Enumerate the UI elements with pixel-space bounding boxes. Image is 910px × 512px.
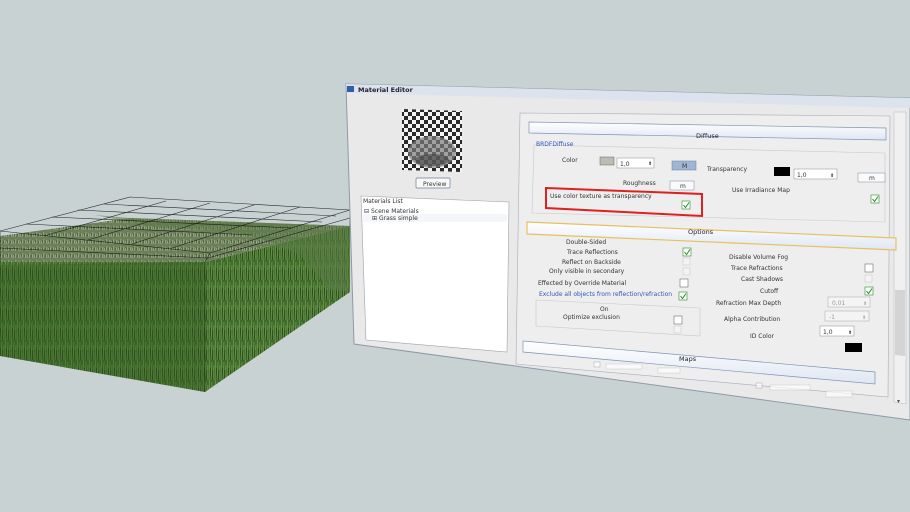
tree-expander-scene[interactable]: ⊟ <box>364 208 369 215</box>
diffuse-title: Diffuse <box>696 132 719 140</box>
transparency-map-button[interactable]: m <box>857 172 886 183</box>
trace-reflections-checkbox[interactable] <box>682 247 692 257</box>
material-editor-window: Material Editor ▾ Preview Materials List… <box>345 83 910 421</box>
reflect-backside-label: Reflect on Backside <box>562 259 621 266</box>
cast-shadows-label: Cast Shadows <box>741 276 783 283</box>
exclude-all-checkbox[interactable] <box>678 291 688 301</box>
vertical-scrollbar[interactable]: ▾ <box>893 111 907 405</box>
color-label: Color <box>562 157 578 164</box>
scroll-down-icon[interactable]: ▾ <box>897 398 900 405</box>
color-texture-checkbox[interactable] <box>681 200 691 210</box>
optimize-exclusion-label: Optimize exclusion <box>563 314 620 321</box>
transparency-value-spinner[interactable]: 1,0 ⬍ <box>793 168 838 180</box>
material-preview <box>402 109 462 172</box>
alpha-contribution-value: -1 <box>829 314 835 321</box>
alpha-contribution-label: Alpha Contribution <box>724 316 780 323</box>
exclusion-on-checkbox[interactable] <box>673 315 683 325</box>
app-icon <box>347 86 354 92</box>
refraction-max-depth-spinner[interactable]: 0,01 ⬍ <box>827 296 871 308</box>
grass-model <box>0 215 350 392</box>
color-map-button-label: M <box>682 163 687 170</box>
override-material-label: Effected by Override Material <box>538 280 627 287</box>
irradiance-label: Use Irradiance Map <box>732 187 790 194</box>
preview-button[interactable]: Preview <box>415 177 451 189</box>
color-value: 1,0 <box>620 161 630 168</box>
spinner-arrows-icon[interactable]: ⬍ <box>862 315 866 321</box>
refraction-max-depth-label: Refraction Max Depth <box>716 300 781 307</box>
color-swatch[interactable] <box>599 156 615 166</box>
transparency-label: Transparency <box>706 166 747 173</box>
maps-title: Maps <box>679 355 697 363</box>
materials-list[interactable]: Materials List ⊟ Scene Materials ⊞ Grass… <box>360 195 510 353</box>
cutoff-checkbox[interactable] <box>864 286 874 296</box>
trace-refractions-checkbox[interactable] <box>864 263 874 273</box>
id-color-label: ID Color <box>750 333 774 340</box>
brdf-group-title: BRDFDiffuse <box>536 141 574 148</box>
color-value-spinner[interactable]: 1,0 ⬍ <box>616 157 655 169</box>
refraction-max-depth-value: 0,01 <box>832 300 846 307</box>
reflect-backside-checkbox[interactable] <box>682 257 691 266</box>
id-color-value: 1,0 <box>823 329 833 336</box>
spinner-arrows-icon[interactable]: ⬍ <box>830 173 834 179</box>
exclude-all-label: Exclude all objects from reflection/refr… <box>539 291 672 298</box>
alpha-contribution-spinner[interactable]: -1 ⬍ <box>824 310 870 322</box>
window-title: Material Editor <box>358 86 414 94</box>
color-map-button[interactable]: M <box>671 160 697 171</box>
spinner-arrows-icon[interactable]: ⬍ <box>863 301 867 307</box>
materials-list-label: Materials List <box>363 198 404 205</box>
tree-item-grass-simple[interactable]: Grass simple <box>379 215 418 222</box>
optimize-exclusion-checkbox[interactable] <box>673 325 682 334</box>
disable-volume-fog-label: Disable Volume Fog <box>729 254 788 261</box>
trace-refractions-label: Trace Refractions <box>730 265 783 272</box>
preview-button-label: Preview <box>423 181 446 188</box>
cutoff-label: Cutoff <box>760 288 779 295</box>
irradiance-checkbox[interactable] <box>870 194 880 204</box>
roughness-label: Roughness <box>623 180 656 187</box>
options-title: Options <box>688 228 714 236</box>
spinner-arrows-icon[interactable]: ⬍ <box>648 161 652 167</box>
spinner-arrows-icon[interactable]: ⬍ <box>848 330 852 336</box>
id-color-spinner[interactable]: 1,0 ⬍ <box>819 325 855 337</box>
id-color-swatch[interactable] <box>845 343 862 352</box>
tree-expander-grass[interactable]: ⊞ <box>372 215 377 222</box>
cast-shadows-checkbox[interactable] <box>864 274 873 283</box>
scene-canvas: Material Editor ▾ Preview Materials List… <box>0 83 910 421</box>
transparency-swatch[interactable] <box>774 167 790 176</box>
only-visible-secondary-checkbox[interactable] <box>682 267 691 276</box>
roughness-map-button[interactable]: m <box>669 180 695 191</box>
exclusion-on-label: On <box>600 306 609 313</box>
double-sided-label: Double-Sided <box>566 239 606 246</box>
color-texture-label: Use color texture as transparency <box>550 193 652 200</box>
override-material-checkbox[interactable] <box>679 278 689 288</box>
tree-item-scene-materials[interactable]: Scene Materials <box>371 208 419 215</box>
only-visible-secondary-label: Only visible in secondary <box>549 268 625 275</box>
transparency-map-button-label: m <box>869 175 875 182</box>
trace-reflections-label: Trace Reflections <box>566 249 618 256</box>
roughness-map-button-label: m <box>680 183 686 190</box>
transparency-value: 1,0 <box>797 172 807 179</box>
